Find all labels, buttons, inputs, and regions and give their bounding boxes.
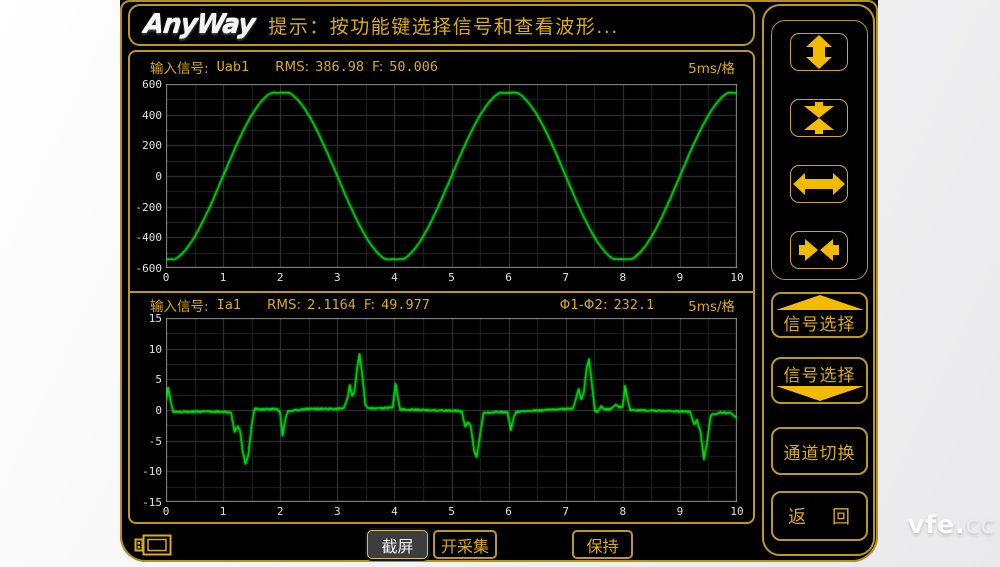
page-background: AnyWay 提示：按功能键选择信号和查看波形... 输入信号: Uab1 RM… — [0, 0, 1000, 567]
x-tick-label: 2 — [267, 505, 293, 518]
freq-value: 50.006 — [389, 59, 438, 75]
signal-select-up-button[interactable]: 信号选择 — [771, 292, 868, 338]
screenshot-button[interactable]: 截屏 — [367, 530, 428, 559]
x-tick-label: 9 — [667, 271, 693, 284]
y-tick-label: 0 — [120, 404, 162, 417]
timebase-label: 5ms/格 — [688, 57, 735, 77]
start-acquisition-button[interactable]: 开采集 — [433, 530, 497, 559]
prompt-text: 提示：按功能键选择信号和查看波形... — [268, 12, 619, 39]
hold-button-label: 保持 — [586, 533, 618, 557]
watermark: vfe.cc — [908, 510, 995, 539]
y-tick-label: -200 — [120, 201, 162, 214]
horizontal-compress-icon — [791, 232, 847, 268]
y-tick-label: -10 — [120, 465, 162, 478]
x-tick-label: 5 — [439, 505, 465, 518]
channel-switch-button[interactable]: 通道切换 — [771, 427, 868, 475]
voltage-chart: 6004002000-200-400-600012345678910 — [166, 84, 737, 268]
x-tick-label: 10 — [724, 505, 750, 518]
signal-label: 输入信号: — [150, 57, 209, 77]
y-tick-label: -5 — [120, 435, 162, 448]
y-tick-label: 10 — [120, 343, 162, 356]
signal-select-down-label: 信号选择 — [784, 361, 856, 386]
x-tick-label: 8 — [610, 271, 636, 284]
rms-label: RMS: — [275, 59, 309, 75]
signal-name: Ia1 — [217, 297, 241, 313]
channel-switch-label: 通道切换 — [784, 439, 856, 464]
x-tick-label: 0 — [153, 271, 179, 284]
hold-button[interactable]: 保持 — [572, 530, 633, 559]
panel-divider — [130, 291, 753, 293]
vertical-compress-button[interactable] — [790, 99, 848, 137]
signal-select-down-button[interactable]: 信号选择 — [771, 357, 868, 404]
x-tick-label: 1 — [210, 271, 236, 284]
y-tick-label: 5 — [120, 373, 162, 386]
triangle-up-icon — [776, 295, 864, 310]
y-tick-label: -400 — [120, 231, 162, 244]
watermark-bold: vfe. — [908, 510, 966, 539]
instrument-screen: AnyWay 提示：按功能键选择信号和查看波形... 输入信号: Uab1 RM… — [120, 0, 878, 562]
current-chart: 151050-5-10-15012345678910 — [166, 318, 737, 502]
x-tick-label: 10 — [724, 271, 750, 284]
y-tick-label: 600 — [120, 78, 162, 91]
x-tick-label: 5 — [439, 271, 465, 284]
rms-label: RMS: — [267, 297, 301, 313]
watermark-light: cc — [966, 510, 996, 539]
x-tick-label: 4 — [381, 271, 407, 284]
vertical-expand-icon — [791, 34, 847, 70]
y-tick-label: 15 — [120, 312, 162, 325]
back-label-left: 返 — [788, 503, 807, 529]
y-tick-label: 200 — [120, 139, 162, 152]
current-panel-header: 输入信号: Ia1 RMS: 2.1164 F: 49.977 Φ1-Φ2: 2… — [130, 294, 753, 316]
signal-name: Uab1 — [217, 59, 250, 75]
header-bar: AnyWay 提示：按功能键选择信号和查看波形... — [128, 4, 755, 46]
vertical-compress-icon — [791, 100, 847, 136]
rms-value: 386.98 — [315, 59, 364, 75]
timebase-label: 5ms/格 — [688, 295, 735, 315]
x-tick-label: 0 — [153, 505, 179, 518]
phase-value: 232.1 — [614, 297, 655, 313]
start-acquisition-button-label: 开采集 — [441, 533, 489, 557]
y-tick-label: 0 — [120, 170, 162, 183]
horizontal-compress-button[interactable] — [790, 231, 848, 269]
x-tick-label: 3 — [324, 505, 350, 518]
current-waveform-canvas — [166, 318, 737, 502]
horizontal-expand-icon — [791, 166, 847, 202]
back-label-right: 回 — [832, 503, 851, 529]
freq-label: F: — [372, 59, 383, 75]
freq-label: F: — [364, 297, 375, 313]
x-tick-label: 2 — [267, 271, 293, 284]
voltage-panel-header: 输入信号: Uab1 RMS: 386.98 F: 50.006 5ms/格 — [130, 56, 753, 78]
x-tick-label: 3 — [324, 271, 350, 284]
screenshot-button-label: 截屏 — [381, 533, 413, 557]
usb-device-icon — [133, 531, 175, 559]
vertical-expand-button[interactable] — [790, 33, 848, 71]
x-tick-label: 9 — [667, 505, 693, 518]
x-tick-label: 7 — [553, 505, 579, 518]
x-tick-label: 1 — [210, 505, 236, 518]
voltage-waveform-canvas — [166, 84, 737, 268]
x-tick-label: 8 — [610, 505, 636, 518]
x-tick-label: 4 — [381, 505, 407, 518]
back-button[interactable]: 返 回 — [771, 491, 868, 541]
triangle-down-icon — [776, 386, 864, 401]
freq-value: 49.977 — [381, 297, 430, 313]
horizontal-expand-button[interactable] — [790, 165, 848, 203]
rms-value: 2.1164 — [307, 297, 356, 313]
y-tick-label: 400 — [120, 109, 162, 122]
x-tick-label: 7 — [553, 271, 579, 284]
anyway-logo: AnyWay — [142, 10, 255, 40]
zoom-button-group — [771, 20, 868, 280]
x-tick-label: 6 — [496, 271, 522, 284]
phase-label: Φ1-Φ2: — [560, 297, 608, 313]
x-tick-label: 6 — [496, 505, 522, 518]
signal-select-up-label: 信号选择 — [784, 310, 856, 335]
right-control-panel: 信号选择 信号选择 通道切换 返 回 — [762, 4, 875, 556]
